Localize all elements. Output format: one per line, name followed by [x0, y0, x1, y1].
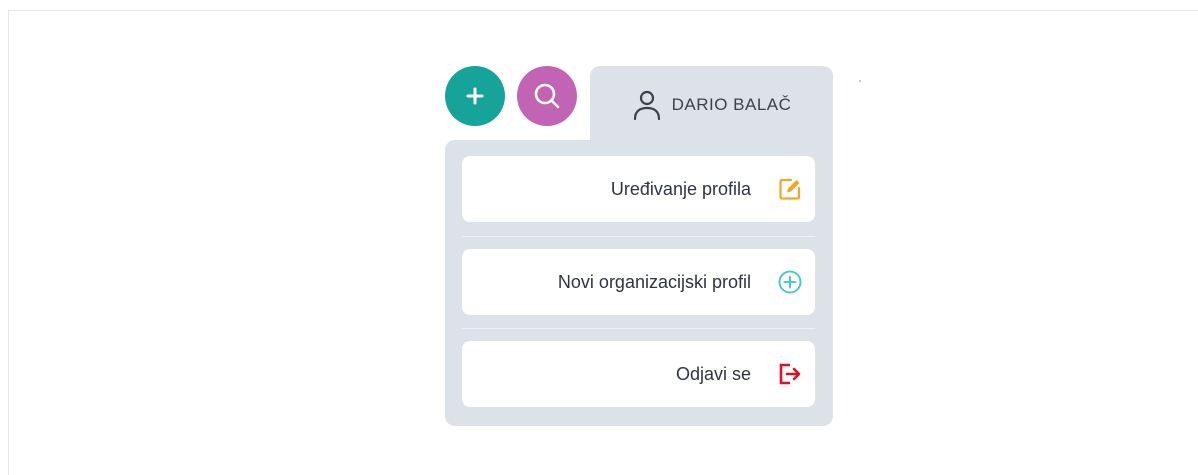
menu-item-edit-profile[interactable]: Uređivanje profila	[462, 156, 815, 222]
menu-item-label: Novi organizacijski profil	[557, 271, 751, 292]
logout-icon	[777, 361, 803, 387]
user-icon	[633, 90, 660, 121]
plus-circle-icon	[777, 269, 803, 295]
menu-item-new-organization-profile[interactable]: Novi organizacijski profil	[462, 249, 815, 315]
decorative-dot	[859, 80, 861, 82]
add-button[interactable]	[445, 66, 505, 126]
search-icon	[534, 83, 560, 109]
menu-item-label: Uređivanje profila	[610, 178, 751, 199]
user-menu-toggle[interactable]: DARIO BALAČ	[590, 66, 833, 144]
edit-icon	[777, 176, 803, 202]
menu-item-label: Odjavi se	[675, 363, 751, 384]
user-dropdown-panel: Uređivanje profila Novi organizacijski p…	[445, 140, 833, 426]
menu-item-logout[interactable]: Odjavi se	[462, 341, 815, 407]
plus-icon	[466, 87, 484, 105]
search-button[interactable]	[517, 66, 577, 126]
menu-divider	[462, 328, 815, 329]
user-name: DARIO BALAČ	[671, 95, 792, 114]
menu-divider	[462, 236, 815, 237]
